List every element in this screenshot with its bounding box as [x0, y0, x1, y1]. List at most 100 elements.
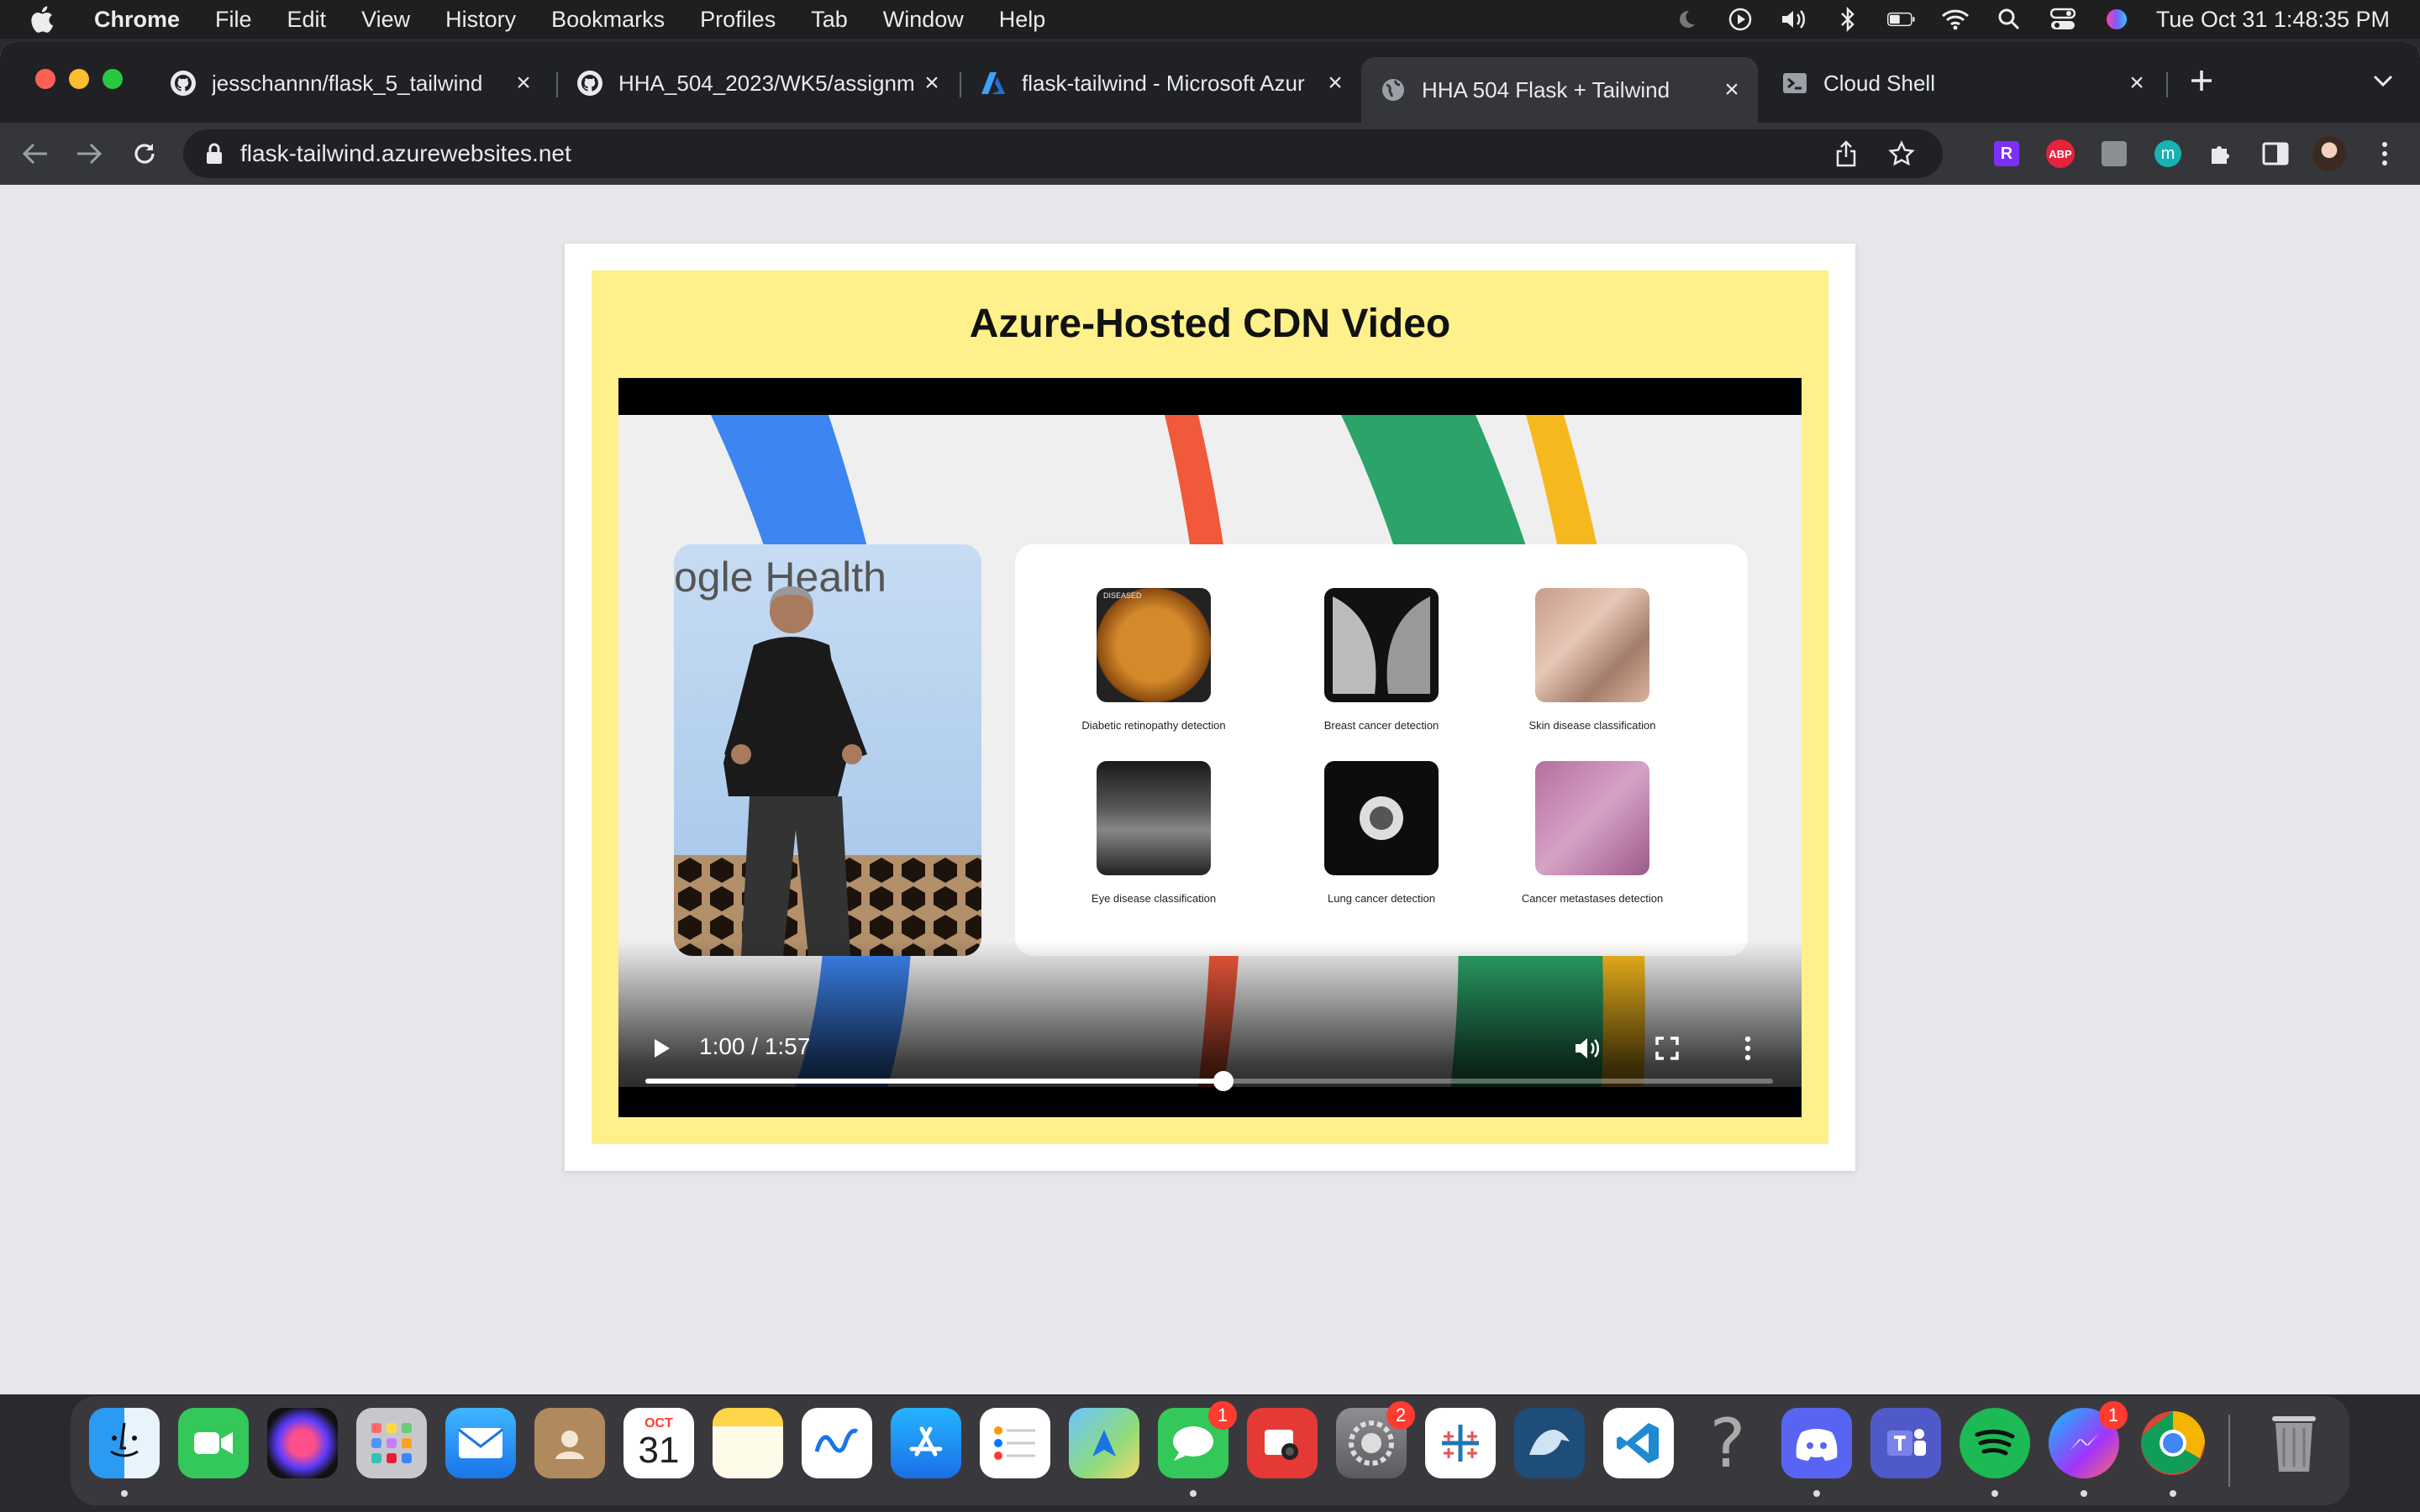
video-section: Azure-Hosted CDN Video ogle Health DISEA… — [592, 270, 1828, 1144]
retina-thumbnail: DISEASED — [1097, 588, 1211, 702]
play-circle-icon[interactable] — [1726, 5, 1754, 34]
side-panel-icon[interactable] — [2259, 137, 2292, 171]
menu-help[interactable]: Help — [999, 7, 1046, 33]
volume-icon[interactable] — [1780, 5, 1808, 34]
presenter-figure — [723, 586, 867, 956]
address-bar[interactable]: flask-tailwind.azurewebsites.net — [183, 129, 1943, 178]
chrome-icon[interactable] — [2138, 1408, 2208, 1478]
freeform-icon[interactable] — [802, 1408, 872, 1478]
tab-search-chevron-icon[interactable] — [2366, 64, 2400, 97]
facetime-icon[interactable] — [178, 1408, 249, 1478]
tab-active-flask-tailwind[interactable]: HHA 504 Flask + Tailwind × — [1361, 57, 1758, 123]
control-center-icon[interactable] — [2049, 5, 2077, 34]
maps-icon[interactable] — [1069, 1408, 1139, 1478]
menu-bookmarks[interactable]: Bookmarks — [551, 7, 665, 33]
time-display: 1:00 / 1:57 — [699, 1033, 811, 1059]
system-preferences-icon[interactable]: 2 — [1336, 1401, 1415, 1478]
reload-icon[interactable] — [128, 137, 161, 171]
tab-cloud-shell[interactable]: Cloud Shell × — [1763, 57, 2163, 109]
minimize-window-button[interactable] — [69, 69, 89, 89]
close-tab-icon[interactable]: × — [509, 69, 538, 97]
spotify-icon[interactable] — [1960, 1408, 2030, 1478]
menu-view[interactable]: View — [361, 7, 410, 33]
volume-icon[interactable] — [1571, 1032, 1605, 1065]
mail-icon[interactable] — [445, 1408, 516, 1478]
battery-icon[interactable] — [1886, 5, 1916, 34]
close-window-button[interactable] — [35, 69, 55, 89]
tableau-icon[interactable] — [1425, 1408, 1496, 1478]
messages-icon[interactable]: 1 — [1158, 1401, 1237, 1478]
finder-icon[interactable] — [89, 1408, 160, 1478]
menu-profiles[interactable]: Profiles — [700, 7, 776, 33]
close-tab-icon[interactable]: × — [1718, 76, 1746, 104]
menu-file[interactable]: File — [215, 7, 252, 33]
messenger-icon[interactable]: 1 — [2049, 1401, 2128, 1478]
github-icon — [576, 70, 603, 97]
seek-bar[interactable] — [645, 1071, 1773, 1091]
bookmark-star-icon[interactable] — [1886, 138, 1918, 170]
lock-icon[interactable] — [202, 141, 227, 166]
play-icon[interactable] — [645, 1032, 679, 1065]
adblock-plus-icon[interactable]: ABP — [2044, 137, 2077, 171]
teams-icon[interactable] — [1870, 1408, 1941, 1478]
siri-icon[interactable] — [2102, 5, 2131, 34]
fullscreen-icon[interactable] — [1650, 1032, 1684, 1065]
extension-m-icon[interactable]: m — [2151, 137, 2185, 171]
photo-booth-icon[interactable] — [1247, 1408, 1318, 1478]
mammogram-thumbnail — [1324, 588, 1439, 702]
menu-app-name[interactable]: Chrome — [94, 7, 180, 33]
launchpad-icon[interactable] — [356, 1408, 427, 1478]
tab-github-hha[interactable]: HHA_504_2023/WK5/assignm × — [558, 57, 958, 109]
apple-menu-icon[interactable] — [29, 5, 62, 34]
close-tab-icon[interactable]: × — [1321, 69, 1349, 97]
oct-scan-thumbnail — [1097, 761, 1211, 875]
menu-window[interactable]: Window — [883, 7, 964, 33]
trash-icon[interactable] — [2259, 1408, 2329, 1478]
menu-history[interactable]: History — [445, 7, 516, 33]
notification-badge: 2 — [1386, 1401, 1415, 1430]
close-tab-icon[interactable]: × — [918, 69, 946, 97]
app-store-icon[interactable] — [891, 1408, 961, 1478]
more-menu-icon[interactable] — [2368, 137, 2402, 171]
profile-avatar[interactable] — [2312, 136, 2346, 171]
extensions-puzzle-icon[interactable] — [2205, 137, 2238, 171]
wifi-icon[interactable] — [1941, 5, 1970, 34]
notification-badge: 1 — [1208, 1401, 1237, 1430]
video-more-options-icon[interactable] — [1731, 1032, 1765, 1065]
forward-icon[interactable] — [72, 137, 106, 171]
video-player[interactable]: ogle Health DISEASED Diabetic retinopath… — [618, 378, 1802, 1117]
tile-cancer-metastases: Cancer metastases detection — [1487, 761, 1697, 905]
seek-bar-handle[interactable] — [1213, 1071, 1234, 1091]
page-title: Azure-Hosted CDN Video — [969, 302, 1451, 346]
tab-azure-portal[interactable]: flask-tailwind - Microsoft Azur × — [961, 57, 1361, 109]
menu-tab[interactable]: Tab — [811, 7, 848, 33]
mysql-workbench-icon[interactable] — [1514, 1408, 1585, 1478]
new-tab-icon[interactable] — [2185, 64, 2218, 97]
bluetooth-icon[interactable] — [1833, 5, 1862, 34]
spotlight-search-icon[interactable] — [1995, 5, 2023, 34]
back-icon[interactable] — [18, 137, 52, 171]
page-viewport: Azure-Hosted CDN Video ogle Health DISEA… — [0, 185, 2420, 1394]
help-question-icon[interactable]: ? — [1692, 1404, 1763, 1483]
moon-icon[interactable] — [1672, 5, 1701, 34]
share-icon[interactable] — [1830, 138, 1862, 170]
extension-r-icon[interactable]: R — [1990, 137, 2023, 171]
close-tab-icon[interactable]: × — [2123, 69, 2151, 97]
extension-gray-icon[interactable] — [2097, 137, 2131, 171]
tab-github-flask[interactable]: jesschannn/flask_5_tailwind × — [151, 57, 550, 109]
zoom-window-button[interactable] — [103, 69, 123, 89]
github-icon — [170, 70, 197, 97]
tile-caption: Cancer metastases detection — [1521, 892, 1664, 905]
menu-edit[interactable]: Edit — [287, 7, 327, 33]
calendar-icon[interactable]: OCT 31 — [623, 1408, 694, 1478]
vscode-icon[interactable] — [1603, 1408, 1674, 1478]
contacts-icon[interactable] — [534, 1408, 605, 1478]
content-card: Azure-Hosted CDN Video ogle Health DISEA… — [565, 244, 1855, 1171]
menu-clock[interactable]: Tue Oct 31 1:48:35 PM — [2156, 7, 2390, 33]
siri-icon[interactable] — [267, 1408, 338, 1478]
reminders-icon[interactable] — [980, 1408, 1050, 1478]
notes-icon[interactable] — [713, 1408, 783, 1478]
running-indicator — [2081, 1490, 2087, 1497]
tile-eye-disease: Eye disease classification — [1049, 761, 1259, 905]
discord-icon[interactable] — [1781, 1408, 1852, 1478]
